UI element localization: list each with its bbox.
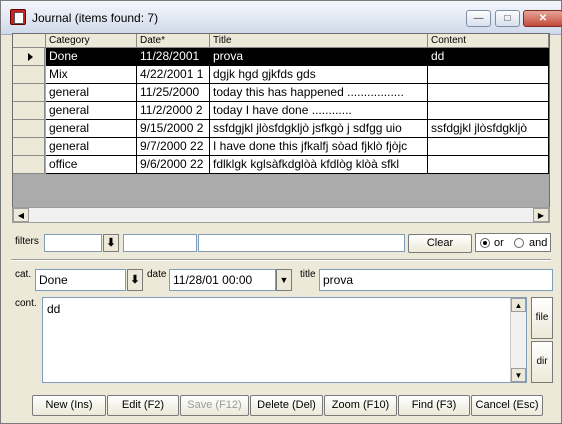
journal-window: Journal (items found: 7) — □ ✕ Category … bbox=[0, 0, 562, 424]
filter-category-input[interactable] bbox=[44, 234, 102, 252]
cell-date[interactable]: 9/7/2000 22 bbox=[137, 138, 210, 156]
row-selector[interactable] bbox=[13, 102, 45, 120]
dir-button[interactable]: dir bbox=[531, 341, 553, 383]
table-row[interactable]: general 9/7/2000 22 I have done this jfk… bbox=[13, 138, 549, 156]
filters-label: filters bbox=[15, 236, 39, 247]
column-header-content[interactable]: Content bbox=[428, 34, 549, 48]
content-text: dd bbox=[47, 302, 61, 316]
close-button[interactable]: ✕ bbox=[523, 10, 562, 27]
current-row-arrow-icon bbox=[28, 53, 33, 61]
cell-date[interactable]: 9/15/2000 2 bbox=[137, 120, 210, 138]
date-field[interactable]: 11/28/01 00:00 bbox=[169, 269, 276, 291]
edit-button[interactable]: Edit (F2) bbox=[107, 395, 179, 416]
cell-content[interactable] bbox=[428, 138, 549, 156]
row-selector[interactable] bbox=[13, 138, 45, 156]
new-button[interactable]: New (Ins) bbox=[32, 395, 106, 416]
table-row[interactable]: general 9/15/2000 2 ssfdgjkl jlòsfdgkljò… bbox=[13, 120, 549, 138]
row-selector-header bbox=[13, 34, 46, 48]
cell-content[interactable] bbox=[428, 66, 549, 84]
find-button[interactable]: Find (F3) bbox=[398, 395, 470, 416]
filter-category-dropdown-icon[interactable]: ⬇ bbox=[103, 234, 119, 252]
delete-button[interactable]: Delete (Del) bbox=[250, 395, 323, 416]
table-row[interactable]: general 11/25/2000 today this has happen… bbox=[13, 84, 549, 102]
column-header-category[interactable]: Category bbox=[46, 34, 137, 48]
column-header-date[interactable]: Date* bbox=[137, 34, 210, 48]
cell-title[interactable]: today this has happened ................… bbox=[210, 84, 428, 102]
title-bar[interactable]: Journal (items found: 7) — □ ✕ bbox=[1, 1, 562, 35]
cell-content[interactable] bbox=[428, 102, 549, 120]
cell-category[interactable]: general bbox=[46, 84, 137, 102]
cell-date[interactable]: 11/28/2001 bbox=[137, 48, 210, 66]
grid-horizontal-scrollbar[interactable]: ◀ ▶ bbox=[12, 207, 550, 223]
scroll-left-icon[interactable]: ◀ bbox=[13, 208, 29, 222]
file-button[interactable]: file bbox=[531, 297, 553, 339]
table-row[interactable]: Done 11/28/2001 prova dd bbox=[13, 48, 549, 66]
radio-and[interactable] bbox=[514, 238, 524, 248]
minimize-button[interactable]: — bbox=[466, 10, 491, 27]
cell-title[interactable]: ssfdgjkl jlòsfdgkljò jsfkgò j sdfgg uio bbox=[210, 120, 428, 138]
filter-mode-group: or and bbox=[475, 233, 551, 252]
scroll-down-icon[interactable]: ▼ bbox=[511, 368, 526, 382]
table-row[interactable]: general 11/2/2000 2 today I have done ..… bbox=[13, 102, 549, 120]
row-selector[interactable] bbox=[13, 66, 45, 84]
cell-title[interactable]: today I have done ............ bbox=[210, 102, 428, 120]
radio-and-label: and bbox=[529, 237, 548, 249]
content-vertical-scrollbar[interactable]: ▲ ▼ bbox=[510, 298, 526, 382]
separator bbox=[11, 259, 551, 261]
journal-grid[interactable]: Category Date* Title Content Done 11/28/… bbox=[12, 33, 550, 223]
cell-date[interactable]: 11/25/2000 bbox=[137, 84, 210, 102]
cell-title[interactable]: prova bbox=[210, 48, 428, 66]
date-label: date bbox=[147, 269, 167, 280]
cell-title[interactable]: I have done this jfkalfj sòad fjklò fjòj… bbox=[210, 138, 428, 156]
cell-category[interactable]: office bbox=[46, 156, 137, 174]
scroll-up-icon[interactable]: ▲ bbox=[511, 298, 526, 312]
table-row[interactable]: office 9/6/2000 22 fdlklgk kglsàfkdglòà … bbox=[13, 156, 549, 174]
cell-date[interactable]: 9/6/2000 22 bbox=[137, 156, 210, 174]
column-header-title[interactable]: Title bbox=[210, 34, 428, 48]
row-selector[interactable] bbox=[13, 120, 45, 138]
scroll-right-icon[interactable]: ▶ bbox=[533, 208, 549, 222]
category-dropdown-icon[interactable]: ⬇ bbox=[127, 269, 143, 291]
content-label: cont. bbox=[15, 298, 37, 309]
category-label: cat. bbox=[15, 269, 32, 280]
maximize-button[interactable]: □ bbox=[495, 10, 520, 27]
content-textarea[interactable]: dd ▲ ▼ bbox=[42, 297, 527, 383]
row-selector[interactable] bbox=[13, 84, 45, 102]
cell-category[interactable]: Done bbox=[46, 48, 137, 66]
cell-category[interactable]: general bbox=[46, 138, 137, 156]
title-label: title bbox=[300, 269, 316, 280]
radio-or[interactable] bbox=[480, 238, 490, 248]
row-selector[interactable] bbox=[13, 156, 45, 174]
table-row[interactable]: Mix 4/22/2001 1 dgjk hgd gjkfds gds bbox=[13, 66, 549, 84]
window-title: Journal (items found: 7) bbox=[32, 11, 159, 25]
clear-button[interactable]: Clear bbox=[408, 234, 472, 253]
cell-category[interactable]: general bbox=[46, 120, 137, 138]
cell-date[interactable]: 4/22/2001 1 bbox=[137, 66, 210, 84]
journal-app-icon bbox=[10, 9, 26, 25]
zoom-button[interactable]: Zoom (F10) bbox=[324, 395, 397, 416]
cell-content[interactable] bbox=[428, 84, 549, 102]
filter-text-input[interactable] bbox=[198, 234, 405, 252]
category-field[interactable]: Done bbox=[35, 269, 126, 291]
cell-category[interactable]: general bbox=[46, 102, 137, 120]
cell-content[interactable]: dd bbox=[428, 48, 549, 66]
date-dropdown-icon[interactable]: ▼ bbox=[276, 269, 292, 291]
save-button[interactable]: Save (F12) bbox=[180, 395, 249, 416]
cell-content[interactable] bbox=[428, 156, 549, 174]
cell-title[interactable]: fdlklgk kglsàfkdglòà kfdlòg klòà sfkl bbox=[210, 156, 428, 174]
filter-date-input[interactable] bbox=[123, 234, 197, 252]
radio-or-label: or bbox=[494, 237, 504, 249]
cell-category[interactable]: Mix bbox=[46, 66, 137, 84]
row-selector[interactable] bbox=[13, 48, 45, 66]
cell-date[interactable]: 11/2/2000 2 bbox=[137, 102, 210, 120]
cell-title[interactable]: dgjk hgd gjkfds gds bbox=[210, 66, 428, 84]
cell-content[interactable]: ssfdgjkl jlòsfdgkljò bbox=[428, 120, 549, 138]
cancel-button[interactable]: Cancel (Esc) bbox=[471, 395, 543, 416]
title-field[interactable]: prova bbox=[319, 269, 553, 291]
